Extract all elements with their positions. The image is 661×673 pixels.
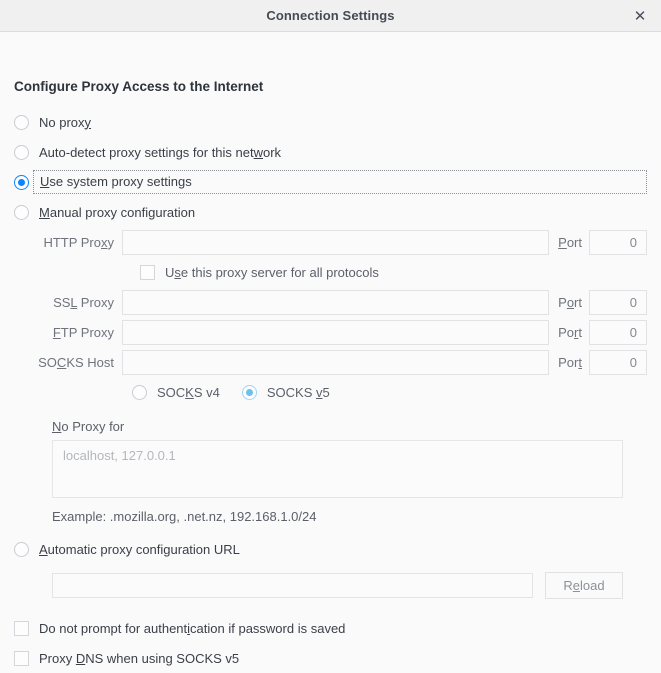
label-ssl-proxy: SSL Proxy [14,295,122,310]
radio-label-no-proxy: No proxy [39,115,91,130]
radio-option-use-system[interactable]: Use system proxy settings [14,167,647,197]
bottom-options-group: Do not prompt for authentication if pass… [14,613,647,673]
label-socks-host: SOCKS Host [14,355,122,370]
dialog-titlebar: Connection Settings ✕ [0,0,661,32]
checkbox-indicator [140,265,155,280]
label-socks-port: Port [549,355,589,370]
checkbox-indicator [14,621,29,636]
dialog-title: Connection Settings [266,8,394,23]
auto-config-url-row: Reload [52,572,623,599]
radio-option-manual[interactable]: Manual proxy configuration [14,197,647,227]
radio-indicator-selected [242,385,257,400]
checkbox-do-not-prompt[interactable]: Do not prompt for authentication if pass… [14,613,647,643]
ssl-proxy-input[interactable] [122,290,549,315]
field-row-http-proxy: HTTP Proxy Port 0 [14,227,647,257]
http-proxy-input[interactable] [122,230,549,255]
field-row-ftp-proxy: FTP Proxy Port 0 [14,317,647,347]
field-row-socks-host: SOCKS Host Port 0 [14,347,647,377]
checkbox-indicator [14,651,29,666]
radio-label-manual: Manual proxy configuration [39,205,195,220]
ftp-proxy-input[interactable] [122,320,549,345]
radio-indicator-selected [14,175,29,190]
auto-config-url-input[interactable] [52,573,533,598]
dialog-body: Configure Proxy Access to the Internet N… [0,79,661,673]
radio-label-socks-v5: SOCKS v5 [267,385,330,400]
http-port-input[interactable]: 0 [589,230,647,255]
label-ftp-port: Port [549,325,589,340]
checkbox-label-use-for-all: Use this proxy server for all protocols [165,265,379,280]
radio-label-auto-config-url: Automatic proxy configuration URL [39,542,240,557]
label-ssl-port: Port [549,295,589,310]
checkbox-label-proxy-dns: Proxy DNS when using SOCKS v5 [39,651,239,666]
reload-button[interactable]: Reload [545,572,623,599]
page-title: Configure Proxy Access to the Internet [14,79,647,94]
radio-indicator [14,115,29,130]
checkbox-proxy-dns[interactable]: Proxy DNS when using SOCKS v5 [14,643,647,673]
radio-option-auto-detect[interactable]: Auto-detect proxy settings for this netw… [14,137,647,167]
no-proxy-for-textarea[interactable]: localhost, 127.0.0.1 [52,440,623,498]
ssl-port-input[interactable]: 0 [589,290,647,315]
radio-indicator [14,145,29,160]
field-row-ssl-proxy: SSL Proxy Port 0 [14,287,647,317]
radio-indicator [132,385,147,400]
socks-version-group: SOCKS v4 SOCKS v5 [14,377,647,407]
label-http-port: Port [549,235,589,250]
radio-label-use-system: Use system proxy settings [40,174,192,189]
radio-indicator [14,205,29,220]
focus-outline: Use system proxy settings [33,170,647,194]
label-ftp-proxy: FTP Proxy [14,325,122,340]
ftp-port-input[interactable]: 0 [589,320,647,345]
radio-option-no-proxy[interactable]: No proxy [14,107,647,137]
close-icon[interactable]: ✕ [619,0,661,32]
radio-option-socks-v5[interactable]: SOCKS v5 [242,385,330,400]
socks-port-input[interactable]: 0 [589,350,647,375]
no-proxy-example-text: Example: .mozilla.org, .net.nz, 192.168.… [52,509,647,524]
checkbox-label-do-not-prompt: Do not prompt for authentication if pass… [39,621,345,636]
radio-label-auto-detect: Auto-detect proxy settings for this netw… [39,145,281,160]
label-no-proxy-for: No Proxy for [52,419,647,434]
radio-option-auto-config-url[interactable]: Automatic proxy configuration URL [14,534,647,564]
label-http-proxy: HTTP Proxy [14,235,122,250]
radio-indicator [14,542,29,557]
checkbox-use-for-all-protocols[interactable]: Use this proxy server for all protocols [14,257,647,287]
socks-host-input[interactable] [122,350,549,375]
radio-label-socks-v4: SOCKS v4 [157,385,220,400]
radio-option-socks-v4[interactable]: SOCKS v4 [132,385,220,400]
